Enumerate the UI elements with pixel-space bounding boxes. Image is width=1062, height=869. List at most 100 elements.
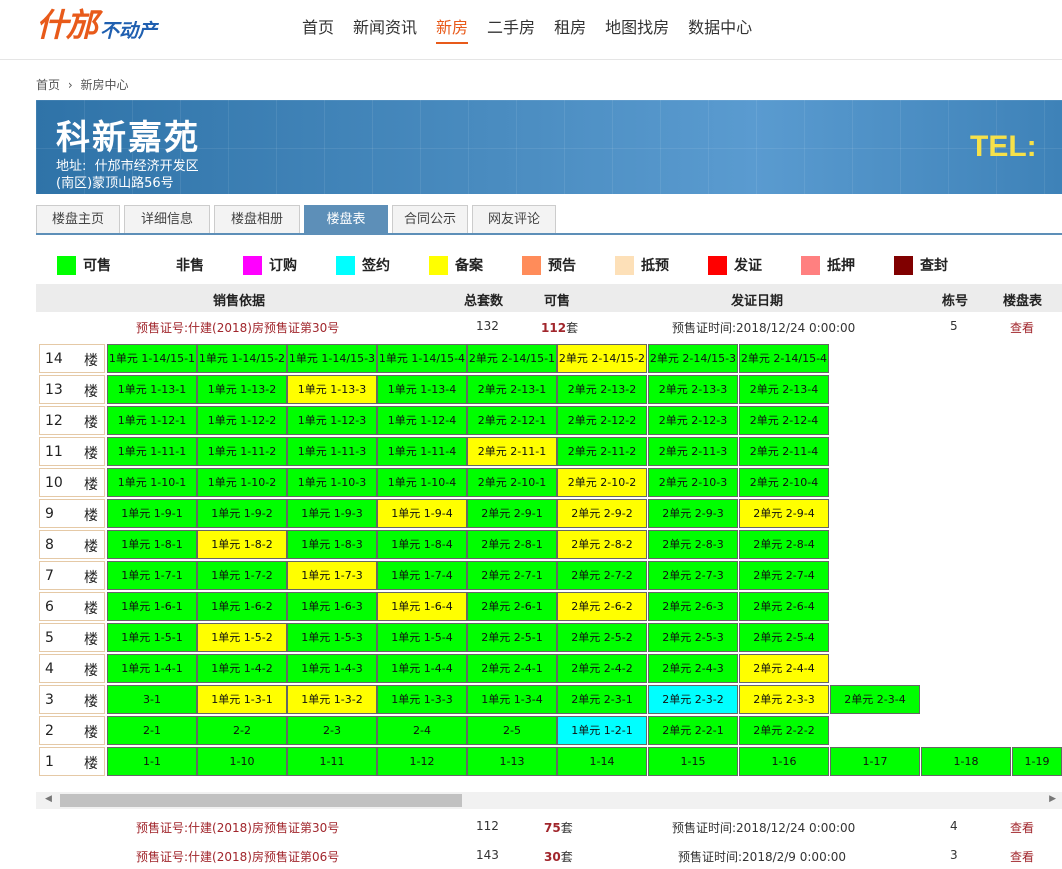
unit-cell[interactable]: 2单元 2-11-1 (467, 437, 557, 466)
unit-cell[interactable]: 2单元 2-13-4 (739, 375, 829, 404)
unit-cell[interactable]: 1单元 1-8-2 (197, 530, 287, 559)
unit-cell[interactable]: 2单元 2-14/15-1 (467, 344, 557, 373)
unit-cell[interactable]: 1-10 (197, 747, 287, 776)
unit-cell[interactable]: 1单元 1-7-3 (287, 561, 377, 590)
unit-cell[interactable]: 1单元 1-14/15-3 (287, 344, 377, 373)
unit-cell[interactable]: 2单元 2-4-4 (739, 654, 829, 683)
unit-cell[interactable]: 1单元 1-6-2 (197, 592, 287, 621)
unit-cell[interactable]: 1单元 1-3-3 (377, 685, 467, 714)
unit-cell[interactable]: 2单元 2-4-3 (648, 654, 738, 683)
unit-cell[interactable]: 1单元 1-9-2 (197, 499, 287, 528)
tab-reviews[interactable]: 网友评论 (472, 205, 556, 233)
unit-cell[interactable]: 2单元 2-14/15-2 (557, 344, 647, 373)
unit-cell[interactable]: 2单元 2-3-3 (739, 685, 829, 714)
horizontal-scrollbar[interactable]: ◀ ▶ (36, 792, 1062, 809)
unit-cell[interactable]: 2单元 2-8-2 (557, 530, 647, 559)
nav-second-hand[interactable]: 二手房 (487, 14, 535, 44)
tab-contracts[interactable]: 合同公示 (392, 205, 468, 233)
unit-cell[interactable]: 1-15 (648, 747, 738, 776)
nav-map-search[interactable]: 地图找房 (605, 14, 669, 44)
unit-cell[interactable]: 2单元 2-10-4 (739, 468, 829, 497)
unit-cell[interactable]: 1单元 1-11-4 (377, 437, 467, 466)
unit-cell[interactable]: 2单元 2-11-2 (557, 437, 647, 466)
unit-cell[interactable]: 1单元 1-12-1 (107, 406, 197, 435)
unit-cell[interactable]: 2单元 2-4-2 (557, 654, 647, 683)
nav-news[interactable]: 新闻资讯 (353, 14, 417, 44)
unit-cell[interactable]: 2单元 2-5-2 (557, 623, 647, 652)
unit-cell[interactable]: 2单元 2-11-3 (648, 437, 738, 466)
tab-home[interactable]: 楼盘主页 (36, 205, 120, 233)
unit-cell[interactable]: 1单元 1-13-2 (197, 375, 287, 404)
unit-cell[interactable]: 1单元 1-13-1 (107, 375, 197, 404)
unit-cell[interactable]: 2单元 2-13-1 (467, 375, 557, 404)
unit-cell[interactable]: 2单元 2-13-2 (557, 375, 647, 404)
unit-cell[interactable]: 1单元 1-7-2 (197, 561, 287, 590)
unit-cell[interactable]: 1单元 1-14/15-4 (377, 344, 467, 373)
unit-cell[interactable]: 2单元 2-14/15-3 (648, 344, 738, 373)
scrollbar-thumb[interactable] (60, 794, 462, 807)
unit-cell[interactable]: 1单元 1-8-3 (287, 530, 377, 559)
unit-cell[interactable]: 1单元 1-14/15-2 (197, 344, 287, 373)
unit-cell[interactable]: 2单元 2-3-4 (830, 685, 920, 714)
unit-cell[interactable]: 2-1 (107, 716, 197, 745)
unit-cell[interactable]: 2单元 2-8-1 (467, 530, 557, 559)
unit-cell[interactable]: 2-2 (197, 716, 287, 745)
breadcrumb-home[interactable]: 首页 (36, 78, 60, 92)
unit-cell[interactable]: 1单元 1-13-4 (377, 375, 467, 404)
unit-cell[interactable]: 2-5 (467, 716, 557, 745)
unit-cell[interactable]: 1-16 (739, 747, 829, 776)
unit-cell[interactable]: 1单元 1-10-1 (107, 468, 197, 497)
unit-cell[interactable]: 2单元 2-7-3 (648, 561, 738, 590)
unit-cell[interactable]: 2单元 2-7-4 (739, 561, 829, 590)
unit-cell[interactable]: 2单元 2-11-4 (739, 437, 829, 466)
site-logo[interactable]: 什邡 不动产 (36, 6, 157, 46)
unit-cell[interactable]: 1-17 (830, 747, 920, 776)
unit-cell[interactable]: 1单元 1-14/15-1 (107, 344, 197, 373)
unit-cell[interactable]: 2单元 2-12-3 (648, 406, 738, 435)
unit-cell[interactable]: 1单元 1-12-4 (377, 406, 467, 435)
unit-cell[interactable]: 2单元 2-10-3 (648, 468, 738, 497)
nav-home[interactable]: 首页 (302, 14, 334, 44)
unit-cell[interactable]: 2单元 2-9-1 (467, 499, 557, 528)
unit-cell[interactable]: 1单元 1-11-2 (197, 437, 287, 466)
unit-cell[interactable]: 1单元 1-12-2 (197, 406, 287, 435)
unit-cell[interactable]: 2单元 2-6-1 (467, 592, 557, 621)
unit-cell[interactable]: 2单元 2-12-4 (739, 406, 829, 435)
unit-cell[interactable]: 1-18 (921, 747, 1011, 776)
unit-cell[interactable]: 1单元 1-5-1 (107, 623, 197, 652)
nav-new-homes[interactable]: 新房 (436, 14, 469, 44)
unit-cell[interactable]: 1-19 (1012, 747, 1062, 776)
unit-cell[interactable]: 2单元 2-14/15-4 (739, 344, 829, 373)
unit-cell[interactable]: 1单元 1-4-1 (107, 654, 197, 683)
unit-cell[interactable]: 1单元 1-2-1 (557, 716, 647, 745)
unit-cell[interactable]: 1单元 1-9-4 (377, 499, 467, 528)
unit-cell[interactable]: 2单元 2-7-2 (557, 561, 647, 590)
unit-cell[interactable]: 2单元 2-7-1 (467, 561, 557, 590)
unit-cell[interactable]: 2单元 2-10-2 (557, 468, 647, 497)
unit-cell[interactable]: 3-1 (107, 685, 197, 714)
unit-cell[interactable]: 1单元 1-8-4 (377, 530, 467, 559)
view-link[interactable]: 查看 (1010, 819, 1034, 836)
unit-cell[interactable]: 1-13 (467, 747, 557, 776)
unit-cell[interactable]: 1单元 1-11-3 (287, 437, 377, 466)
unit-cell[interactable]: 1单元 1-3-2 (287, 685, 377, 714)
tab-details[interactable]: 详细信息 (124, 205, 210, 233)
unit-cell[interactable]: 2单元 2-3-2 (648, 685, 738, 714)
unit-cell[interactable]: 1-1 (107, 747, 197, 776)
unit-cell[interactable]: 1单元 1-5-3 (287, 623, 377, 652)
unit-cell[interactable]: 1单元 1-13-3 (287, 375, 377, 404)
tab-album[interactable]: 楼盘相册 (214, 205, 300, 233)
unit-cell[interactable]: 1单元 1-8-1 (107, 530, 197, 559)
unit-cell[interactable]: 2单元 2-4-1 (467, 654, 557, 683)
unit-cell[interactable]: 1单元 1-9-3 (287, 499, 377, 528)
nav-data-center[interactable]: 数据中心 (688, 14, 752, 44)
unit-cell[interactable]: 2单元 2-6-4 (739, 592, 829, 621)
unit-cell[interactable]: 1单元 1-6-4 (377, 592, 467, 621)
unit-cell[interactable]: 2单元 2-8-4 (739, 530, 829, 559)
tab-building-table[interactable]: 楼盘表 (304, 205, 388, 233)
unit-cell[interactable]: 2单元 2-12-1 (467, 406, 557, 435)
unit-cell[interactable]: 1单元 1-6-3 (287, 592, 377, 621)
unit-cell[interactable]: 2单元 2-2-1 (648, 716, 738, 745)
unit-cell[interactable]: 2单元 2-9-3 (648, 499, 738, 528)
breadcrumb-current[interactable]: 新房中心 (80, 78, 128, 92)
